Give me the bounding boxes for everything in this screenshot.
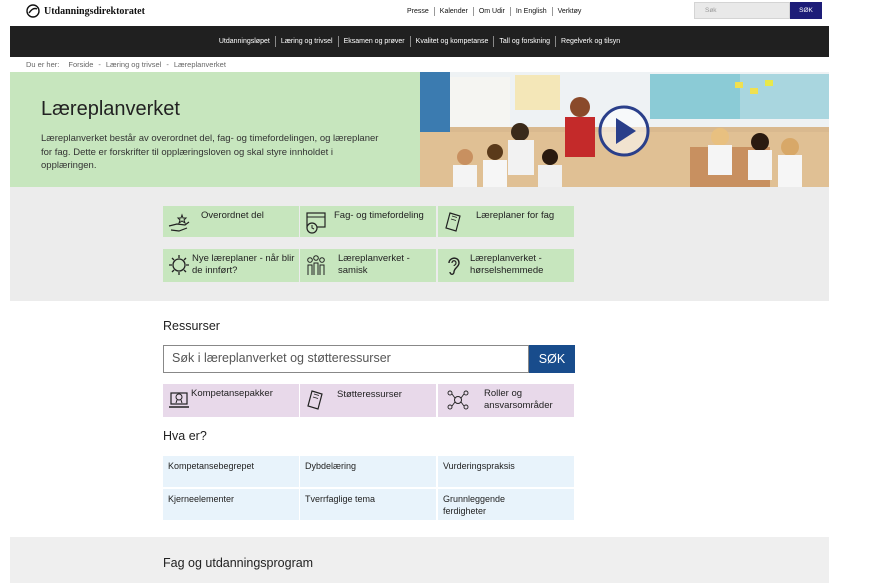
breadcrumb-label: Du er her:: [26, 60, 60, 69]
hero-video-image[interactable]: [420, 72, 829, 187]
hand-star-icon: [168, 213, 190, 232]
resources-search-button[interactable]: SØK: [529, 345, 575, 373]
what-is-kompetansebegrepet[interactable]: Kompetansebegrepet: [163, 456, 299, 487]
tile-label: Læreplanverket - hørselshemmede: [470, 253, 544, 276]
resources-search-input[interactable]: Søk i læreplanverket og støtteressurser: [163, 345, 529, 373]
people-group-icon: [307, 255, 325, 275]
site-logo[interactable]: Utdanningsdirektoratet: [26, 3, 145, 19]
top-link-presse[interactable]: Presse: [402, 6, 435, 16]
breadcrumb-current: Læreplanverket: [173, 60, 226, 69]
notebook-icon: [307, 390, 323, 410]
what-is-label: Grunnleggende ferdigheter: [443, 494, 506, 516]
nav-item-eksamen-og-prover[interactable]: Eksamen og prøver: [339, 36, 411, 47]
what-is-dybdelaering[interactable]: Dybdelæring: [300, 456, 436, 487]
tile-label: Roller og ansvarsområder: [484, 388, 553, 411]
notebook-icon: [445, 212, 461, 232]
breadcrumb-separator: -: [166, 60, 169, 69]
tile-label: Støtteressurser: [337, 389, 402, 400]
tile-label: Fag- og timefordeling: [334, 210, 424, 221]
tile-label: Læreplaner for fag: [476, 210, 555, 221]
laptop-badge-icon: [169, 392, 189, 408]
tile-nye-laereplaner[interactable]: Nye læreplaner - når blir de innført?: [163, 249, 299, 282]
what-is-label: Vurderingspraksis: [443, 461, 515, 471]
what-is-label: Tverrfaglige tema: [305, 494, 376, 504]
nav-item-utdanningslopet[interactable]: Utdanningsløpet: [214, 36, 276, 47]
hero-description: Læreplanverket består av overordnet del,…: [41, 133, 379, 171]
udir-logo-icon: [26, 4, 40, 18]
calendar-clock-icon: [306, 212, 326, 234]
top-link-kalender[interactable]: Kalender: [435, 6, 474, 16]
what-is-label: Kompetansebegrepet: [168, 461, 255, 471]
breadcrumb-separator: -: [98, 60, 101, 69]
nav-item-laering-og-trivsel[interactable]: Læring og trivsel: [276, 36, 339, 47]
what-is-grunnleggende-ferdigheter[interactable]: Grunnleggende ferdigheter: [438, 489, 574, 520]
tile-roller-og-ansvarsomrader[interactable]: Roller og ansvarsområder: [438, 384, 574, 417]
tile-label: Kompetansepakker: [191, 388, 273, 399]
what-is-vurderingspraksis[interactable]: Vurderingspraksis: [438, 456, 574, 487]
breadcrumb-forside[interactable]: Forside: [68, 60, 93, 69]
subjects-heading: Fag og utdanningsprogram: [163, 556, 314, 570]
tile-fag-og-timefordeling[interactable]: Fag- og timefordeling: [300, 206, 436, 237]
nav-item-regelverk-og-tilsyn[interactable]: Regelverk og tilsyn: [556, 36, 625, 47]
page-title: Læreplanverket: [41, 98, 180, 120]
ear-icon: [448, 257, 460, 275]
what-is-kjerneelementer[interactable]: Kjerneelementer: [163, 489, 299, 520]
top-search-button[interactable]: SØK: [790, 2, 822, 19]
top-search-input[interactable]: Søk: [694, 2, 790, 19]
tile-laereplanverket-horselshemmede[interactable]: Læreplanverket - hørselshemmede: [438, 249, 574, 282]
play-icon: [598, 105, 650, 157]
network-roles-icon: [447, 390, 469, 410]
top-link-verktoy[interactable]: Verktøy: [553, 7, 587, 16]
tile-laereplanverket-samisk[interactable]: Læreplanverket - samisk: [300, 249, 436, 282]
gear-icon: [169, 255, 189, 275]
subjects-section: [10, 537, 829, 583]
tile-label: Læreplanverket - samisk: [338, 253, 410, 276]
what-is-tverrfaglige-tema[interactable]: Tverrfaglige tema: [300, 489, 436, 520]
what-is-heading: Hva er?: [163, 429, 207, 443]
site-name: Utdanningsdirektoratet: [44, 5, 145, 17]
tile-stotteressurser[interactable]: Støtteressurser: [300, 384, 436, 417]
nav-item-tall-og-forskning[interactable]: Tall og forskning: [494, 36, 557, 47]
main-nav: Utdanningsløpet Læring og trivsel Eksame…: [10, 26, 829, 57]
nav-item-kvalitet-og-kompetanse[interactable]: Kvalitet og kompetanse: [411, 36, 495, 47]
breadcrumb: Du er her: Forside - Læring og trivsel -…: [26, 60, 226, 69]
main-links-section: [10, 187, 829, 301]
tile-label: Nye læreplaner - når blir de innført?: [192, 253, 295, 276]
what-is-label: Dybdelæring: [305, 461, 357, 471]
top-link-om-udir[interactable]: Om Udir: [474, 6, 511, 16]
resources-heading: Ressurser: [163, 319, 220, 333]
what-is-label: Kjerneelementer: [168, 494, 235, 504]
tile-kompetansepakker[interactable]: Kompetansepakker: [163, 384, 299, 417]
tile-laereplaner-for-fag[interactable]: Læreplaner for fag: [438, 206, 574, 237]
tile-label: Overordnet del: [201, 210, 264, 221]
top-links: Presse Kalender Om Udir In English Verkt…: [402, 3, 586, 19]
breadcrumb-laering[interactable]: Læring og trivsel: [106, 60, 161, 69]
top-link-in-english[interactable]: In English: [511, 6, 553, 16]
tile-overordnet-del[interactable]: Overordnet del: [163, 206, 299, 237]
